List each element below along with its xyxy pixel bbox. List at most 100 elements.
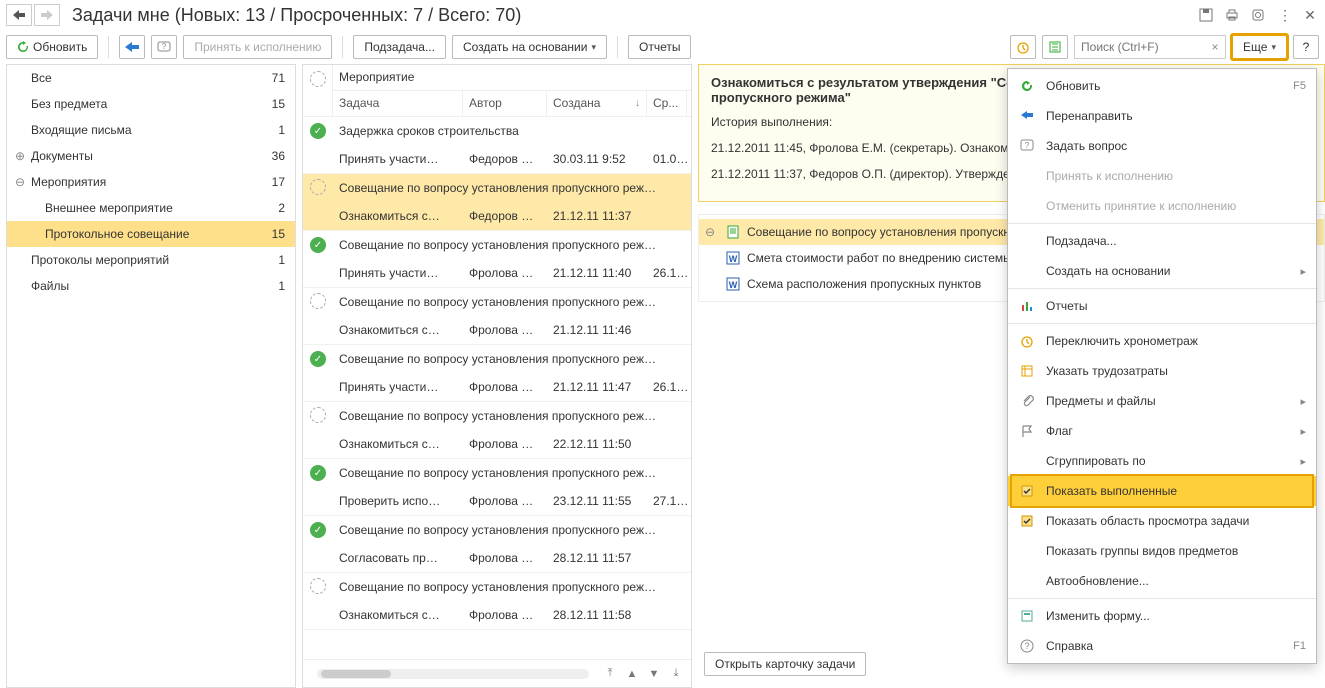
timer-button[interactable] (1010, 35, 1036, 59)
status-done-icon: ✓ (310, 351, 326, 367)
status-done-icon: ✓ (310, 123, 326, 139)
menu-item[interactable]: Флаг▸ (1008, 416, 1316, 446)
sidebar-item[interactable]: Протокольное совещание15 (7, 221, 295, 247)
sidebar-item[interactable]: Входящие письма1 (7, 117, 295, 143)
sidebar-item[interactable]: Без предмета15 (7, 91, 295, 117)
menu-item[interactable]: Перенаправить (1008, 101, 1316, 131)
ask-question-button[interactable]: ? (151, 35, 177, 59)
menu-item[interactable]: Показать группы видов предметов (1008, 536, 1316, 566)
status-column-header[interactable] (303, 65, 333, 116)
status-pending-icon (310, 578, 326, 594)
search-box: × (1074, 35, 1226, 59)
task-row[interactable]: ✓Задержка сроков строительстваПринять уч… (303, 117, 691, 174)
kebab-icon[interactable]: ⋮ (1275, 6, 1293, 24)
sidebar-item[interactable]: Файлы1 (7, 273, 295, 299)
menu-item-label: Обновить (1046, 79, 1283, 93)
menu-item[interactable]: Автообновление... (1008, 566, 1316, 596)
link-icon[interactable] (1249, 6, 1267, 24)
sidebar-item[interactable]: Внешнее мероприятие2 (7, 195, 295, 221)
task-row[interactable]: ✓Совещание по вопросу установления пропу… (303, 231, 691, 288)
accept-label: Принять к исполнению (194, 40, 321, 54)
search-input[interactable] (1075, 40, 1205, 54)
sidebar-item-count: 36 (272, 149, 289, 163)
clear-search-button[interactable]: × (1205, 40, 1225, 54)
expand-icon: ⊖ (705, 225, 719, 239)
task-row[interactable]: ✓Совещание по вопросу установления пропу… (303, 345, 691, 402)
menu-item[interactable]: Создать на основании▸ (1008, 256, 1316, 286)
nav-back-button[interactable] (6, 4, 32, 26)
menu-shortcut: F1 (1293, 640, 1306, 652)
menu-item-label: Изменить форму... (1046, 609, 1306, 623)
refresh-icon (17, 41, 29, 53)
effort-button[interactable] (1042, 35, 1068, 59)
file-label: Смета стоимости работ по внедрению систе… (747, 251, 1012, 265)
menu-item[interactable]: Переключить хронометраж (1008, 326, 1316, 356)
goto-top-icon[interactable]: ⤒ (601, 667, 619, 680)
redirect-icon (1018, 109, 1036, 123)
menu-item[interactable]: Сгруппировать по▸ (1008, 446, 1316, 476)
menu-item[interactable]: Отчеты (1008, 291, 1316, 321)
nav-forward-button[interactable] (34, 4, 60, 26)
menu-item[interactable]: Предметы и файлы▸ (1008, 386, 1316, 416)
refresh-button[interactable]: Обновить (6, 35, 98, 59)
print-icon[interactable] (1223, 6, 1241, 24)
task-row[interactable]: Совещание по вопросу установления пропус… (303, 573, 691, 630)
submenu-arrow-icon: ▸ (1300, 455, 1306, 468)
subtask-button[interactable]: Подзадача... (353, 35, 446, 59)
task-row[interactable]: Совещание по вопросу установления пропус… (303, 402, 691, 459)
menu-item[interactable]: Подзадача... (1008, 226, 1316, 256)
created-column-header[interactable]: Создана↓ (547, 91, 647, 116)
sidebar-item[interactable]: ⊖Мероприятия17 (7, 169, 295, 195)
menu-shortcut: F5 (1293, 80, 1306, 92)
task-row[interactable]: ✓Совещание по вопросу установления пропу… (303, 516, 691, 573)
save-icon[interactable] (1197, 6, 1215, 24)
form-icon (1018, 609, 1036, 623)
svg-text:W: W (729, 254, 738, 264)
horizontal-scrollbar[interactable] (317, 669, 589, 679)
clock-icon (1016, 40, 1030, 54)
task-column-header[interactable]: Задача (333, 91, 463, 116)
redirect-button[interactable] (119, 35, 145, 59)
reports-label: Отчеты (639, 40, 680, 54)
open-card-button[interactable]: Открыть карточку задачи (704, 652, 866, 676)
menu-item[interactable]: Показать выполненные (1008, 476, 1316, 506)
goto-down-icon[interactable]: ▼ (645, 668, 663, 680)
event-column-header[interactable]: Мероприятие (333, 65, 691, 91)
close-icon[interactable]: ✕ (1301, 6, 1319, 24)
menu-item[interactable]: Изменить форму... (1008, 601, 1316, 631)
help-button[interactable]: ? (1293, 35, 1319, 59)
menu-item-label: Создать на основании (1046, 264, 1290, 278)
arrow-left-icon (13, 10, 25, 20)
due-cell: 26.1… (647, 380, 687, 394)
more-label: Еще (1243, 40, 1267, 54)
task-row[interactable]: ✓Совещание по вопросу установления пропу… (303, 459, 691, 516)
goto-up-icon[interactable]: ▲ (623, 668, 641, 680)
sidebar-item-label: Протоколы мероприятий (27, 253, 278, 267)
event-cell: Совещание по вопросу установления пропус… (333, 295, 691, 309)
more-button[interactable]: Еще ▾ (1232, 35, 1287, 59)
goto-bottom-icon[interactable]: ⤓ (667, 667, 685, 680)
sidebar-item[interactable]: ⊕Документы36 (7, 143, 295, 169)
menu-item[interactable]: ?Задать вопрос (1008, 131, 1316, 161)
task-cell: Принять участи… (333, 380, 463, 394)
author-cell: Фролова … (463, 437, 547, 451)
menu-item[interactable]: ?СправкаF1 (1008, 631, 1316, 661)
divider (108, 36, 109, 58)
menu-item[interactable]: Указать трудозатраты (1008, 356, 1316, 386)
sidebar-item-label: Протокольное совещание (27, 227, 272, 241)
sidebar-item[interactable]: Протоколы мероприятий1 (7, 247, 295, 273)
task-row[interactable]: Совещание по вопросу установления пропус… (303, 288, 691, 345)
menu-item-label: Переключить хронометраж (1046, 334, 1306, 348)
accept-button[interactable]: Принять к исполнению (183, 35, 332, 59)
create-based-button[interactable]: Создать на основании ▾ (452, 35, 607, 59)
task-row[interactable]: Совещание по вопросу установления пропус… (303, 174, 691, 231)
menu-item[interactable]: Показать область просмотра задачи (1008, 506, 1316, 536)
due-column-header[interactable]: Ср... (647, 91, 687, 116)
sidebar-item[interactable]: Все71 (7, 65, 295, 91)
event-cell: Совещание по вопросу установления пропус… (333, 409, 691, 423)
author-column-header[interactable]: Автор (463, 91, 547, 116)
sort-asc-icon: ↓ (635, 98, 640, 109)
reports-button[interactable]: Отчеты (628, 35, 691, 59)
menu-separator (1008, 323, 1316, 324)
menu-item[interactable]: Обновить F5 (1008, 71, 1316, 101)
